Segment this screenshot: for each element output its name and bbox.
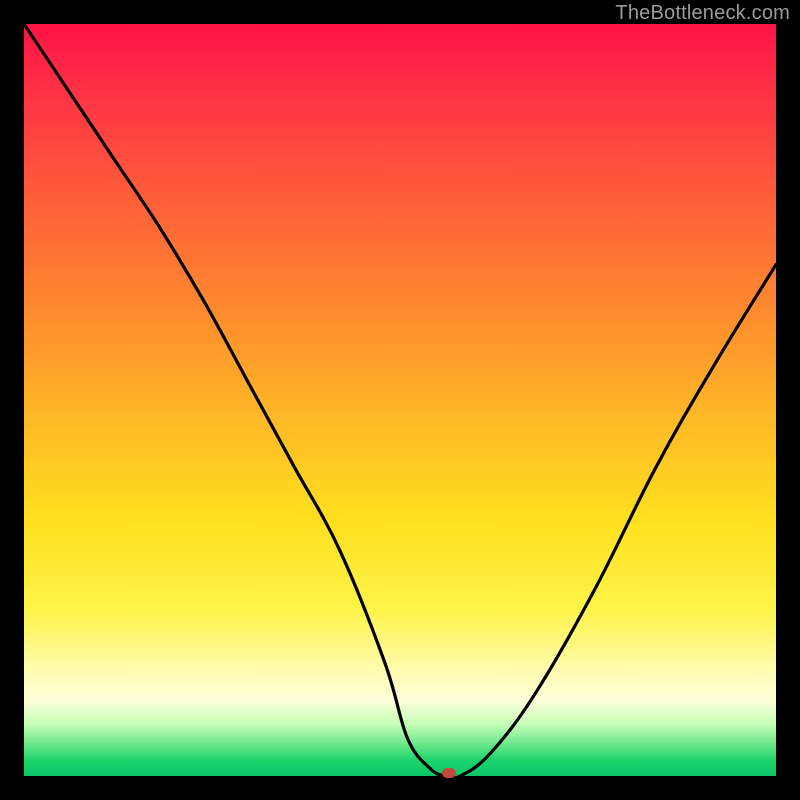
watermark-text: TheBottleneck.com [615,2,790,25]
plot-area [24,24,776,776]
chart-stage: TheBottleneck.com [0,0,800,800]
bottleneck-curve [24,24,776,776]
minimum-marker [442,768,456,778]
